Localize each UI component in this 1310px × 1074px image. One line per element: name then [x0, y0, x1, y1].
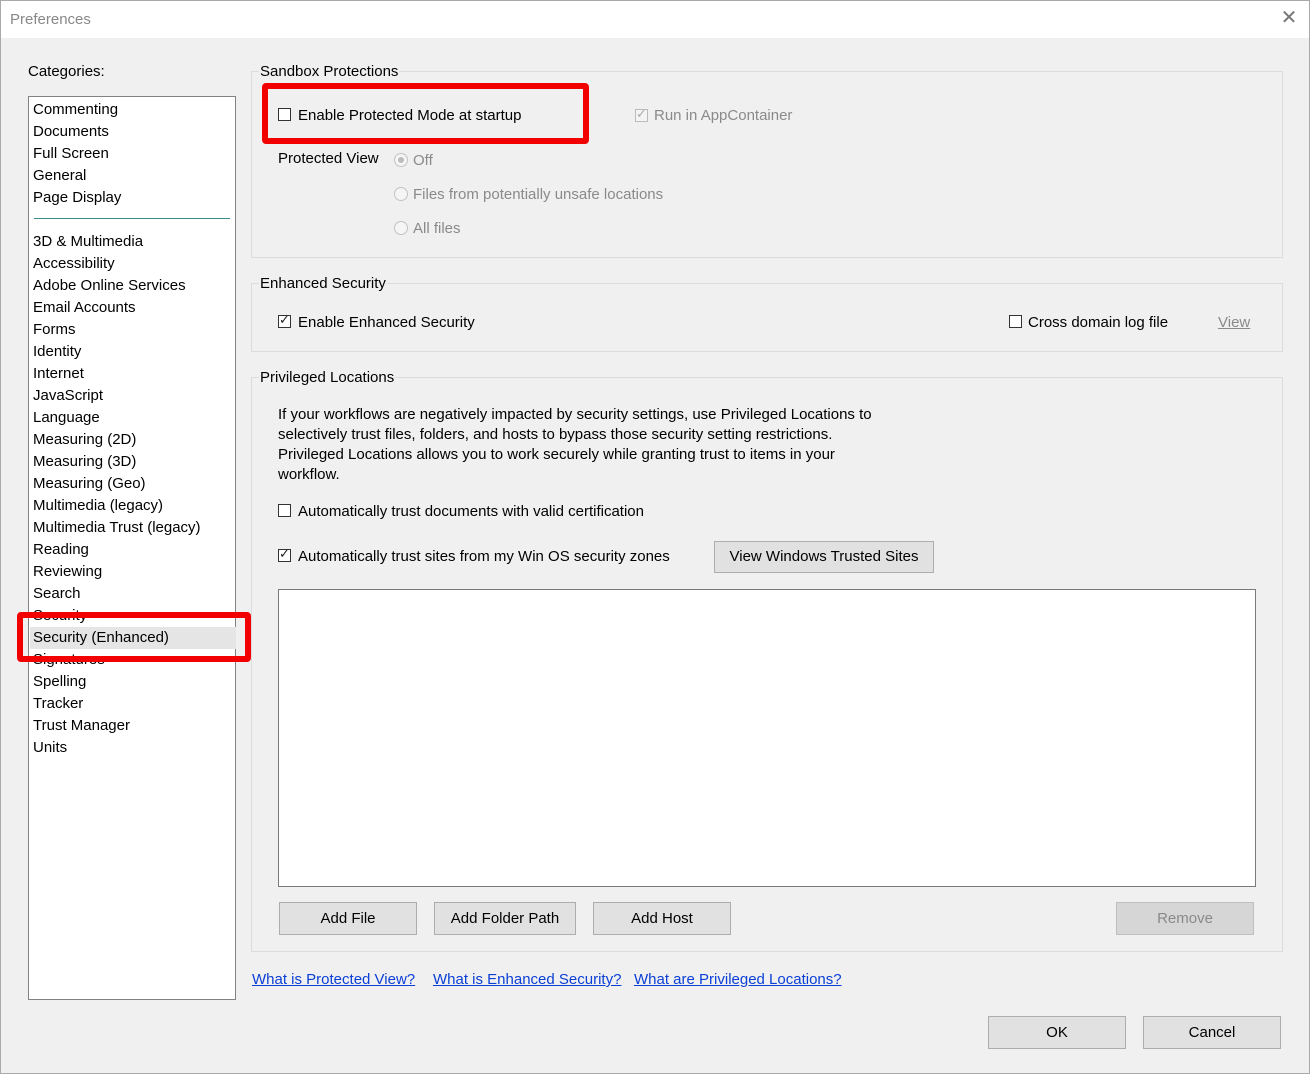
sandbox-protections-legend: Sandbox Protections	[259, 63, 400, 80]
cross-domain-log-label[interactable]: Cross domain log file	[1028, 314, 1168, 331]
privileged-locations-help-link[interactable]: What are Privileged Locations?	[634, 971, 842, 988]
appcontainer-checkbox[interactable]	[635, 106, 648, 122]
category-item-accessibility[interactable]: Accessibility	[33, 253, 115, 275]
protected-view-all-radio[interactable]	[394, 221, 408, 235]
enhanced-security-checkbox[interactable]	[278, 312, 291, 328]
ok-button[interactable]: OK	[988, 1016, 1126, 1049]
enhanced-security-legend: Enhanced Security	[259, 275, 387, 292]
protected-view-off-radio[interactable]	[394, 153, 408, 167]
category-item-trust-manager[interactable]: Trust Manager	[33, 715, 130, 737]
cancel-button[interactable]: Cancel	[1143, 1016, 1281, 1049]
trust-sites-label[interactable]: Automatically trust sites from my Win OS…	[298, 548, 670, 565]
category-item-general[interactable]: General	[33, 165, 86, 187]
protected-view-label: Protected View	[278, 150, 379, 167]
trust-sites-checkbox[interactable]	[278, 546, 291, 562]
description-line-4: workflow.	[278, 466, 340, 483]
category-item-multimedia-trust-legacy[interactable]: Multimedia Trust (legacy)	[33, 517, 201, 539]
category-item-commenting[interactable]: Commenting	[33, 99, 118, 121]
trust-certified-label[interactable]: Automatically trust documents with valid…	[298, 503, 644, 520]
category-item-internet[interactable]: Internet	[33, 363, 84, 385]
protected-view-help-link[interactable]: What is Protected View?	[252, 971, 415, 988]
category-separator	[34, 218, 230, 219]
category-item-reading[interactable]: Reading	[33, 539, 89, 561]
category-item-signatures[interactable]: Signatures	[33, 649, 105, 671]
category-item-documents[interactable]: Documents	[33, 121, 109, 143]
trust-certified-checkbox[interactable]	[278, 504, 291, 517]
privileged-description: If your workflows are negatively impacte…	[278, 405, 888, 485]
category-item-reviewing[interactable]: Reviewing	[33, 561, 102, 583]
category-item-measuring-2d[interactable]: Measuring (2D)	[33, 429, 136, 451]
category-item-measuring-3d[interactable]: Measuring (3D)	[33, 451, 136, 473]
enhanced-security-help-link[interactable]: What is Enhanced Security?	[433, 971, 621, 988]
category-item-full-screen[interactable]: Full Screen	[33, 143, 109, 165]
category-item-spelling[interactable]: Spelling	[33, 671, 86, 693]
appcontainer-label: Run in AppContainer	[654, 107, 793, 124]
enhanced-security-label[interactable]: Enable Enhanced Security	[298, 314, 475, 331]
protected-view-off-label: Off	[413, 152, 433, 169]
remove-button[interactable]: Remove	[1116, 902, 1254, 935]
category-item-3d-multimedia[interactable]: 3D & Multimedia	[33, 231, 143, 253]
view-log-link[interactable]: View	[1218, 314, 1250, 331]
cross-domain-log-checkbox[interactable]	[1009, 315, 1022, 328]
privileged-locations-list[interactable]	[278, 589, 1256, 887]
category-item-measuring-geo[interactable]: Measuring (Geo)	[33, 473, 146, 495]
add-file-button[interactable]: Add File	[279, 902, 417, 935]
category-item-security[interactable]: Security	[33, 605, 87, 627]
categories-label: Categories:	[28, 63, 105, 80]
view-trusted-sites-button[interactable]: View Windows Trusted Sites	[714, 541, 934, 573]
category-item-identity[interactable]: Identity	[33, 341, 81, 363]
protected-view-unsafe-label: Files from potentially unsafe locations	[413, 186, 664, 203]
category-item-search[interactable]: Search	[33, 583, 81, 605]
protected-view-all-label: All files	[413, 220, 461, 237]
categories-list[interactable]: Commenting Documents Full Screen General…	[28, 96, 236, 1000]
description-line-1: If your workflows are negatively impacte…	[278, 406, 872, 423]
category-item-security-enhanced[interactable]: Security (Enhanced)	[30, 627, 236, 649]
title-bar	[0, 0, 1310, 38]
category-item-multimedia-legacy[interactable]: Multimedia (legacy)	[33, 495, 163, 517]
category-item-adobe-online-services[interactable]: Adobe Online Services	[33, 275, 186, 297]
description-line-3: Privileged Locations allows you to work …	[278, 446, 835, 463]
category-item-page-display[interactable]: Page Display	[33, 187, 121, 209]
close-icon[interactable]: ✕	[1278, 7, 1300, 29]
protected-mode-label[interactable]: Enable Protected Mode at startup	[298, 107, 521, 124]
category-item-forms[interactable]: Forms	[33, 319, 76, 341]
category-item-email-accounts[interactable]: Email Accounts	[33, 297, 136, 319]
privileged-locations-legend: Privileged Locations	[259, 369, 396, 386]
description-line-2: selectively trust files, folders, and ho…	[278, 426, 833, 443]
add-host-button[interactable]: Add Host	[593, 902, 731, 935]
protected-mode-checkbox[interactable]	[278, 108, 291, 121]
category-item-javascript[interactable]: JavaScript	[33, 385, 103, 407]
category-item-language[interactable]: Language	[33, 407, 100, 429]
category-item-tracker[interactable]: Tracker	[33, 693, 83, 715]
category-item-units[interactable]: Units	[33, 737, 67, 759]
window-title: Preferences	[10, 11, 91, 28]
add-folder-path-button[interactable]: Add Folder Path	[434, 902, 576, 935]
protected-view-unsafe-radio[interactable]	[394, 187, 408, 201]
